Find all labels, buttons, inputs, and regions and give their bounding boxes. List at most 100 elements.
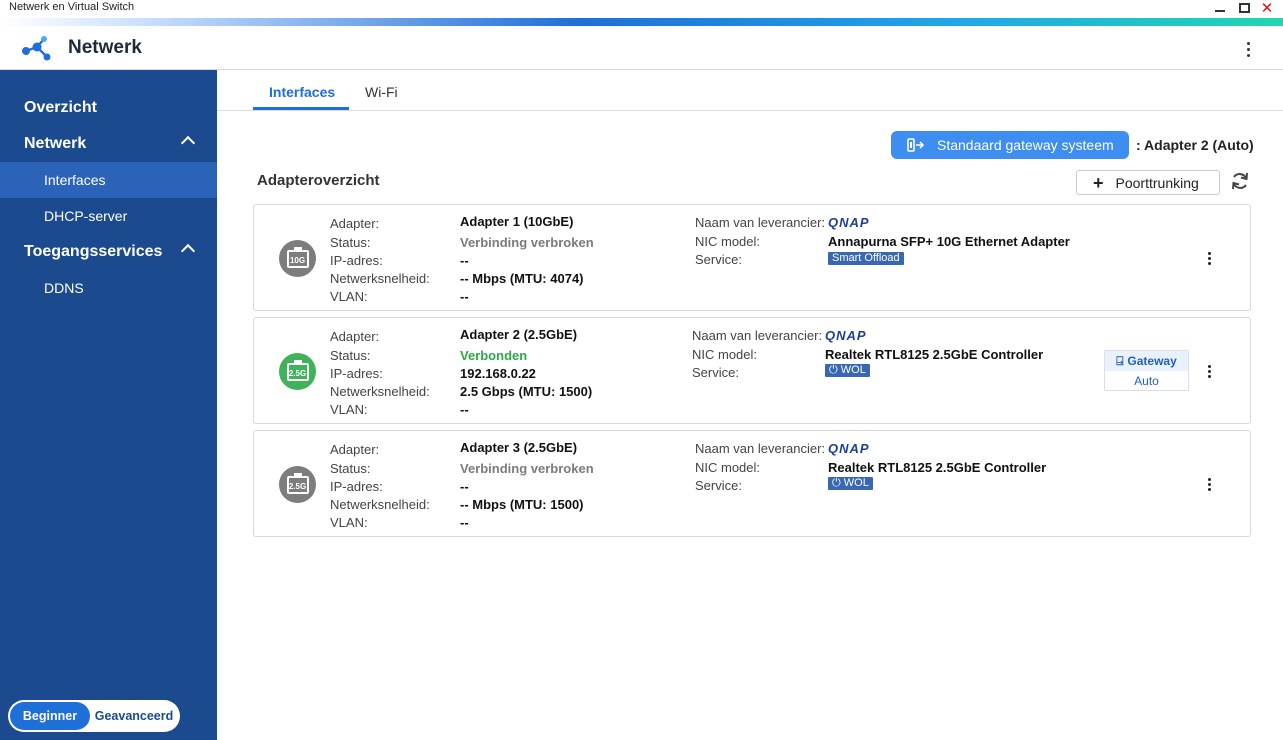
kebab-dot — [1246, 47, 1250, 51]
port-status-icon: 10G — [279, 240, 316, 277]
sidebar-item-overview[interactable]: Overzicht — [0, 90, 217, 126]
active-tab-indicator — [253, 107, 349, 110]
adapter-status: Verbinding verbroken — [460, 235, 594, 250]
adapter-card[interactable]: 2.5G Adapter: Status: IP-adres: Netwerks… — [253, 430, 1251, 537]
kebab-dot — [1207, 369, 1211, 373]
nic-model: Annapurna SFP+ 10G Ethernet Adapter — [828, 234, 1070, 249]
kebab-dot — [1246, 53, 1250, 57]
sidebar-item-ddns[interactable]: DDNS — [0, 270, 217, 306]
close-button[interactable]: ✕ — [1258, 0, 1276, 17]
power-icon: ⏻ — [829, 364, 838, 376]
mode-beginner-button[interactable]: Beginner — [10, 702, 90, 730]
maximize-button[interactable] — [1235, 0, 1253, 16]
sidebar-item-network[interactable]: Netwerk — [0, 126, 217, 162]
ip-label: IP-adres: — [330, 479, 383, 494]
default-gateway-label: Standaard gateway systeem — [937, 137, 1114, 153]
service-label: Service: — [695, 252, 742, 267]
kebab-dot — [1207, 374, 1211, 378]
adapter-ip: 192.168.0.22 — [460, 366, 536, 381]
default-gateway-value: : Adapter 2 (Auto) — [1136, 137, 1254, 153]
speed-label: Netwerksnelheid: — [330, 384, 430, 399]
mode-toggle: Beginner Geavanceerd — [8, 700, 180, 732]
nic-label: NIC model: — [695, 234, 761, 249]
sidebar-item-label: DDNS — [44, 280, 84, 296]
adapter-status: Verbonden — [460, 348, 528, 363]
vendor-label: Naam van leverancier: — [692, 328, 823, 343]
mode-advanced-button[interactable]: Geavanceerd — [90, 702, 178, 730]
kebab-dot — [1207, 487, 1211, 491]
adapter-vlan: -- — [460, 289, 469, 304]
ethernet-port-icon: 10G — [286, 246, 309, 268]
sidebar-item-dhcp[interactable]: DHCP-server — [0, 198, 217, 234]
sidebar: Overzicht Netwerk Interfaces DHCP-server… — [0, 70, 217, 740]
app-menu-button[interactable] — [1240, 38, 1256, 60]
window-titlebar: Netwerk en Virtual Switch ✕ — [0, 0, 1283, 26]
service-badge-label: WOL — [840, 364, 866, 376]
speed-label: Netwerksnelheid: — [330, 497, 430, 512]
nic-model: Realtek RTL8125 2.5GbE Controller — [828, 460, 1047, 475]
nic-label: NIC model: — [695, 460, 761, 475]
adapter-speed: -- Mbps (MTU: 1500) — [460, 497, 584, 512]
status-label: Status: — [330, 461, 371, 476]
adapter-name: Adapter 1 (10GbE) — [460, 214, 574, 229]
gateway-tag-mode: Auto — [1134, 373, 1159, 388]
ip-label: IP-adres: — [330, 253, 383, 268]
adapter-vlan: -- — [460, 402, 469, 417]
kebab-dot — [1246, 41, 1250, 45]
adapter-status: Verbinding verbroken — [460, 461, 594, 476]
kebab-dot — [1207, 261, 1211, 265]
vendor-label: Naam van leverancier: — [695, 215, 826, 230]
adapter-vlan: -- — [460, 515, 469, 530]
adapter-ip: -- — [460, 479, 469, 494]
adapter-name: Adapter 2 (2.5GbE) — [460, 327, 578, 342]
port-status-icon: 2.5G — [279, 466, 316, 503]
adapter-label: Adapter: — [330, 329, 380, 344]
ethernet-port-icon: 2.5G — [286, 359, 309, 381]
service-badge: Smart Offload — [828, 252, 904, 265]
gateway-tag: ⍈ Gateway Auto — [1104, 350, 1189, 391]
adapter-overview-title: Adapteroverzicht — [257, 172, 380, 189]
adapter-speed: 2.5 Gbps (MTU: 1500) — [460, 384, 593, 399]
app-header: Netwerk — [0, 26, 1283, 70]
adapter-menu-button[interactable] — [1204, 250, 1214, 266]
port-trunking-button[interactable]: + Poorttrunking — [1076, 170, 1220, 195]
ip-label: IP-adres: — [330, 366, 383, 381]
tab-bar: Interfaces Wi-Fi — [217, 70, 1283, 111]
titlebar-gradient — [0, 18, 1283, 26]
vlan-label: VLAN: — [330, 402, 368, 417]
adapter-label: Adapter: — [330, 216, 380, 231]
service-badge: ⏻ WOL — [825, 364, 870, 377]
speed-label: Netwerksnelheid: — [330, 271, 430, 286]
adapter-menu-button[interactable] — [1204, 363, 1214, 379]
sidebar-item-access-services[interactable]: Toegangsservices — [0, 234, 217, 270]
default-gateway-button[interactable]: Standaard gateway systeem — [891, 131, 1129, 159]
gateway-tag-top: ⍈ Gateway — [1105, 351, 1188, 371]
plus-icon: + — [1093, 172, 1104, 193]
chevron-up-icon — [180, 135, 196, 151]
kebab-dot — [1207, 256, 1211, 260]
minimize-button[interactable] — [1211, 0, 1229, 16]
service-label: Service: — [695, 478, 742, 493]
adapter-ip: -- — [460, 253, 469, 268]
sidebar-item-interfaces[interactable]: Interfaces — [0, 162, 217, 198]
network-logo-icon — [22, 36, 51, 61]
chevron-up-icon — [180, 243, 196, 259]
port-status-icon: 2.5G — [279, 353, 316, 390]
adapter-label: Adapter: — [330, 442, 380, 457]
adapter-menu-button[interactable] — [1204, 476, 1214, 492]
qnap-logo: QNAP — [828, 441, 870, 456]
gateway-icon — [907, 138, 925, 152]
vlan-label: VLAN: — [330, 515, 368, 530]
adapter-name: Adapter 3 (2.5GbE) — [460, 440, 578, 455]
refresh-icon[interactable] — [1230, 171, 1250, 191]
tab-interfaces[interactable]: Interfaces — [269, 84, 335, 100]
adapter-card[interactable]: 10G Adapter: Status: IP-adres: Netwerksn… — [253, 204, 1251, 311]
tab-wifi[interactable]: Wi-Fi — [365, 84, 398, 100]
adapter-card[interactable]: 2.5G Adapter: Status: IP-adres: Netwerks… — [253, 317, 1251, 424]
vendor-label: Naam van leverancier: — [695, 441, 826, 456]
vlan-label: VLAN: — [330, 289, 368, 304]
qnap-logo: QNAP — [828, 215, 870, 230]
gateway-icon: ⍈ — [1116, 353, 1124, 368]
sidebar-item-label: Overzicht — [24, 99, 97, 116]
ethernet-port-icon: 2.5G — [286, 472, 309, 494]
